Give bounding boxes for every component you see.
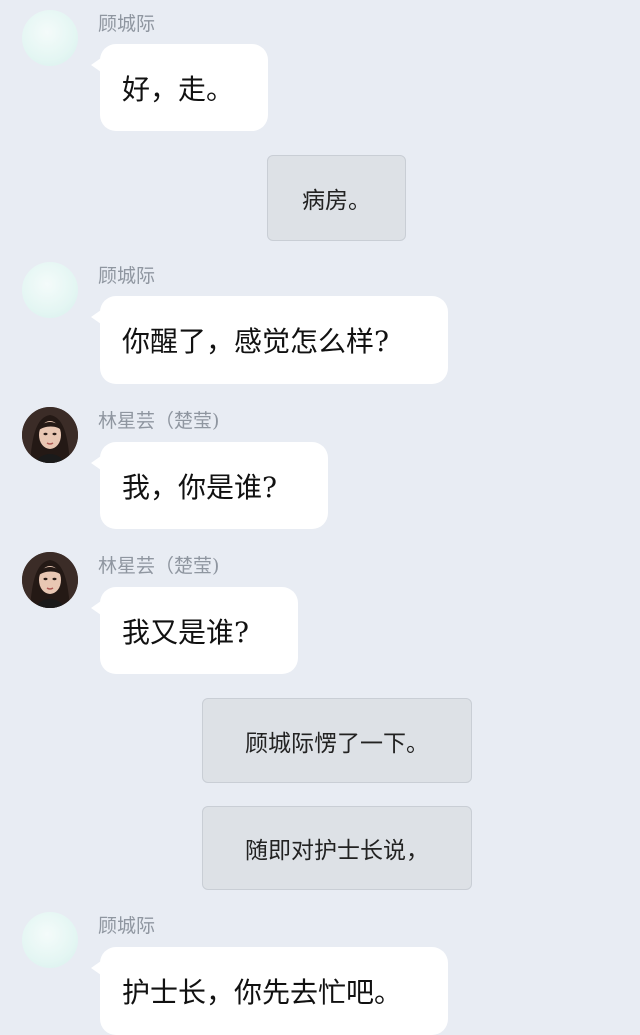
- sender-name: 林星芸（楚莹): [98, 555, 220, 577]
- woman-portrait-icon[interactable]: [22, 552, 78, 608]
- sender-name: 顾城际: [98, 265, 156, 287]
- narration-box: 顾城际愣了一下。: [202, 698, 472, 783]
- sender-name: 林星芸（楚莹): [98, 410, 220, 432]
- blank-avatar-icon[interactable]: [22, 10, 78, 66]
- woman-portrait-icon[interactable]: [22, 407, 78, 463]
- narration-box: 随即对护士长说，: [202, 806, 472, 890]
- chat-bubble[interactable]: 你醒了，感觉怎么样?: [91, 296, 448, 384]
- chat-bubble[interactable]: 我，你是谁?: [91, 442, 328, 529]
- sender-name: 顾城际: [98, 915, 156, 937]
- chat-thread[interactable]: 顾城际 好，走。 病房。 顾城际 你醒了，感觉怎么样? 林星芸（楚莹) 我，你是…: [0, 0, 640, 1035]
- blank-avatar-icon[interactable]: [22, 262, 78, 318]
- chat-bubble[interactable]: 护士长，你先去忙吧。: [91, 947, 448, 1035]
- woman-portrait-icon: [22, 407, 78, 463]
- blank-avatar-icon[interactable]: [22, 912, 78, 968]
- chat-bubble[interactable]: 好，走。: [91, 44, 268, 131]
- narration-box: 病房。: [267, 155, 406, 241]
- woman-portrait-icon: [22, 552, 78, 608]
- chat-bubble[interactable]: 我又是谁?: [91, 587, 298, 674]
- sender-name: 顾城际: [98, 13, 156, 35]
